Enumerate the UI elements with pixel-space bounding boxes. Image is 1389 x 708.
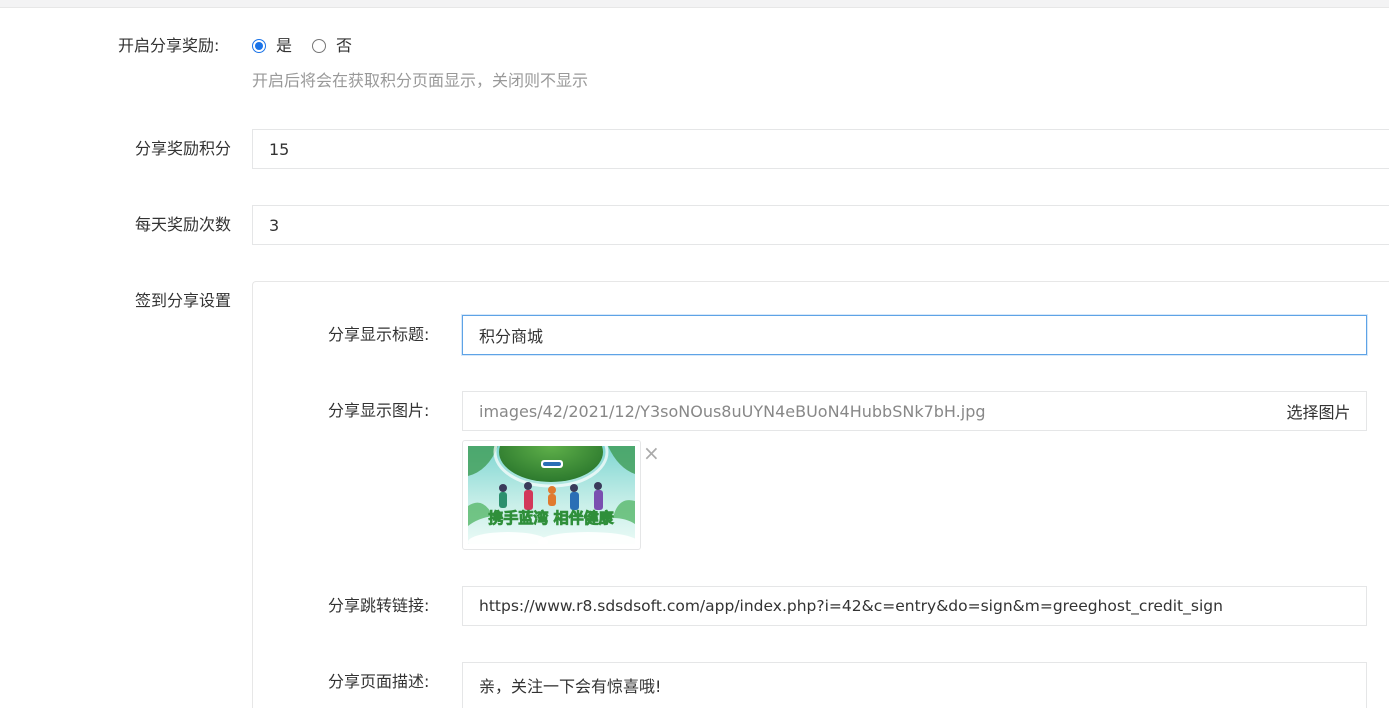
share-link-label: 分享跳转链接: xyxy=(328,596,430,615)
share-image-label: 分享显示图片: xyxy=(328,401,430,420)
share-description-textarea[interactable]: 亲，关注一下会有惊喜哦! xyxy=(462,662,1367,708)
daily-reward-times-value: 3 xyxy=(269,215,280,235)
share-title-input[interactable]: 积分商城 xyxy=(462,315,1367,355)
radio-yes-label[interactable]: 是 xyxy=(276,36,292,56)
daily-reward-times-label: 每天奖励次数 xyxy=(135,215,232,234)
share-image-path-input[interactable]: images/42/2021/12/Y3soNOus8uUYN4eBUoN4Hu… xyxy=(462,391,1272,431)
reward-points-label: 分享奖励积分 xyxy=(135,139,232,158)
enable-share-reward-help: 开启后将会在获取积分页面显示，关闭则不显示 xyxy=(252,71,589,90)
thumbnail-caption: 携手蓝湾 相伴健康 xyxy=(488,509,614,527)
share-link-input[interactable]: https://www.r8.sdsdsoft.com/app/index.ph… xyxy=(462,586,1367,626)
enable-share-reward-label: 开启分享奖励: xyxy=(118,36,220,55)
reward-points-value: 15 xyxy=(269,139,290,159)
settings-form-page: 开启分享奖励: 是 否 开启后将会在获取积分页面显示，关闭则不显示 分享奖励积分… xyxy=(0,0,1389,708)
radio-no-label[interactable]: 否 xyxy=(336,36,352,56)
enable-share-reward-radio-group: 是 否 xyxy=(252,36,372,56)
daily-reward-times-input[interactable]: 3 xyxy=(252,205,1389,245)
share-image-thumbnail: 携手蓝湾 相伴健康 xyxy=(462,440,641,550)
reward-points-input[interactable]: 15 xyxy=(252,129,1389,169)
share-description-label: 分享页面描述: xyxy=(328,672,430,691)
radio-yes[interactable] xyxy=(252,39,266,53)
choose-image-button[interactable]: 选择图片 xyxy=(1271,391,1367,431)
share-title-value: 积分商城 xyxy=(479,327,544,346)
share-title-label: 分享显示标题: xyxy=(328,325,430,344)
share-description-value: 亲，关注一下会有惊喜哦! xyxy=(479,677,662,696)
share-image-preview: 携手蓝湾 相伴健康 xyxy=(468,446,635,544)
share-image-path-value: images/42/2021/12/Y3soNOus8uUYN4eBUoN4Hu… xyxy=(479,401,986,421)
signin-share-settings-label: 签到分享设置 xyxy=(135,291,232,310)
radio-no[interactable] xyxy=(312,39,327,53)
share-link-value: https://www.r8.sdsdsoft.com/app/index.ph… xyxy=(479,597,1223,615)
top-divider xyxy=(0,0,1389,8)
remove-image-close-icon[interactable]: × xyxy=(643,443,660,463)
